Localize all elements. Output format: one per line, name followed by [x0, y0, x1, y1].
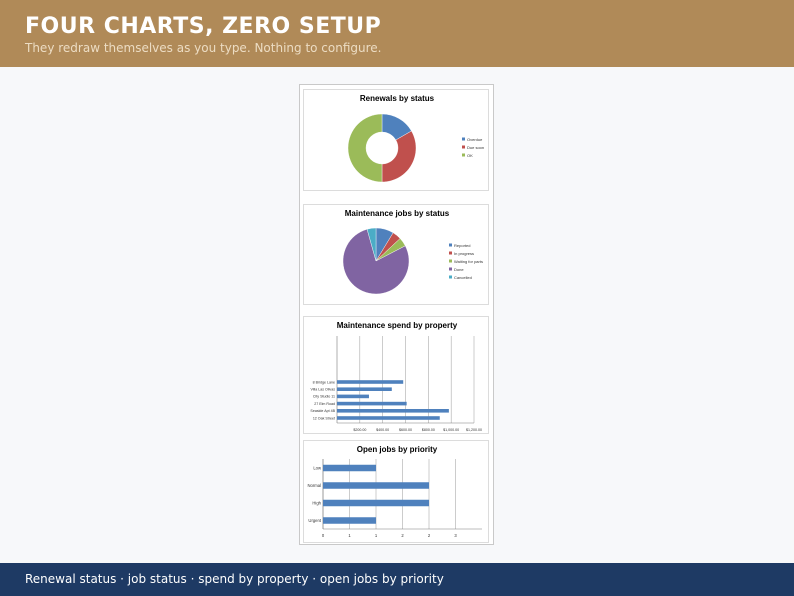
legend-label-in-progress: In progress [454, 251, 474, 256]
bar-seaside-apt-4b [337, 409, 449, 413]
x-tick-label: $400.00 [376, 428, 389, 432]
x-tick-label: $600.00 [399, 428, 412, 432]
chart-title: Maintenance spend by property [337, 321, 458, 330]
legend-swatch-reported [449, 243, 452, 247]
x-tick-label: 0 [322, 533, 325, 538]
slice-due-soon [381, 130, 417, 183]
bar-27-elm-road [337, 401, 407, 406]
category-label-27-elm-road: 27 Elm Road [314, 402, 335, 406]
x-tick-label: $800.00 [422, 428, 435, 432]
x-tick-label: 3 [454, 533, 457, 538]
maintenance-spend-bar-chart[interactable]: Maintenance spend by property $200.00 $400… [303, 316, 489, 434]
legend-label-overdue: Overdue [467, 137, 483, 142]
legend-label-done: Done [454, 267, 464, 272]
legend-swatch-waiting-for-parts [449, 259, 452, 263]
chart-sheet: Renewals by status Overdue Due soon OK Main… [299, 84, 494, 545]
footer-caption: Renewal status · job status · spend by p… [25, 572, 444, 586]
x-tick-label: 1 [375, 533, 378, 538]
x-tick-label: 2 [428, 533, 431, 538]
open-jobs-bar-chart[interactable]: Open jobs by priority 0 1 1 2 2 3 Low Normal High… [303, 440, 489, 543]
page-subtitle: They redraw themselves as you type. Noth… [25, 41, 382, 55]
category-label-low: Low [313, 465, 322, 470]
x-tick-label: $1,000.00 [443, 428, 459, 432]
legend-label-due-soon: Due soon [467, 145, 484, 150]
category-label-normal: Normal [308, 483, 322, 488]
x-tick-label: $200.00 [353, 428, 366, 432]
legend-label-waiting-for-parts: Waiting for parts [454, 259, 483, 264]
chart-title: Open jobs by priority [357, 445, 438, 454]
legend-swatch-ok [462, 153, 465, 157]
category-label-urgent: Urgent [308, 518, 321, 523]
page-title: FOUR CHARTS, ZERO SETUP [25, 14, 382, 39]
category-label-12-oak-street: 12 Oak Street [313, 416, 335, 420]
legend-swatch-in-progress [449, 251, 452, 255]
hero-banner: FOUR CHARTS, ZERO SETUP They redraw them… [0, 0, 794, 67]
bar-urgent [323, 517, 376, 524]
maintenance-jobs-pie-chart[interactable]: Maintenance jobs by status Reported In pro… [303, 204, 489, 305]
legend-swatch-overdue [462, 137, 465, 141]
category-label-city-studio-11: City Studio 11 [313, 395, 335, 399]
legend-label-reported: Reported [454, 243, 470, 248]
chart-title: Renewals by status [360, 94, 435, 103]
category-label-seaside-apt-4b: Seaside Apt 4B [310, 409, 335, 413]
legend-label-cancelled: Cancelled [454, 275, 472, 280]
x-tick-label: $1,200.00 [466, 428, 482, 432]
legend-swatch-cancelled [449, 275, 452, 279]
bar-villa-las-olivas [337, 387, 392, 391]
footer-bar: Renewal status · job status · spend by p… [0, 563, 794, 596]
x-tick-label: 1 [348, 533, 351, 538]
bar-normal [323, 482, 429, 489]
category-label-8-bridge-lane: 8 Bridge Lane [313, 380, 335, 384]
category-label-villa-las-olivas: Villa Las Olivas [310, 388, 335, 392]
bar-low [323, 464, 376, 472]
x-tick-label: 2 [401, 533, 404, 538]
legend-swatch-due-soon [462, 145, 465, 149]
chart-title: Maintenance jobs by status [345, 209, 450, 218]
legend-swatch-done [449, 267, 452, 271]
bar-12-oak-street [337, 416, 440, 420]
renewals-donut-chart[interactable]: Renewals by status Overdue Due soon OK [303, 89, 489, 191]
bar-city-studio-11 [337, 394, 369, 399]
bar-8-bridge-lane [337, 380, 404, 384]
category-label-high: High [312, 500, 321, 505]
slice-ok [347, 113, 383, 183]
legend-label-ok: OK [467, 153, 473, 158]
bar-high [323, 499, 429, 507]
